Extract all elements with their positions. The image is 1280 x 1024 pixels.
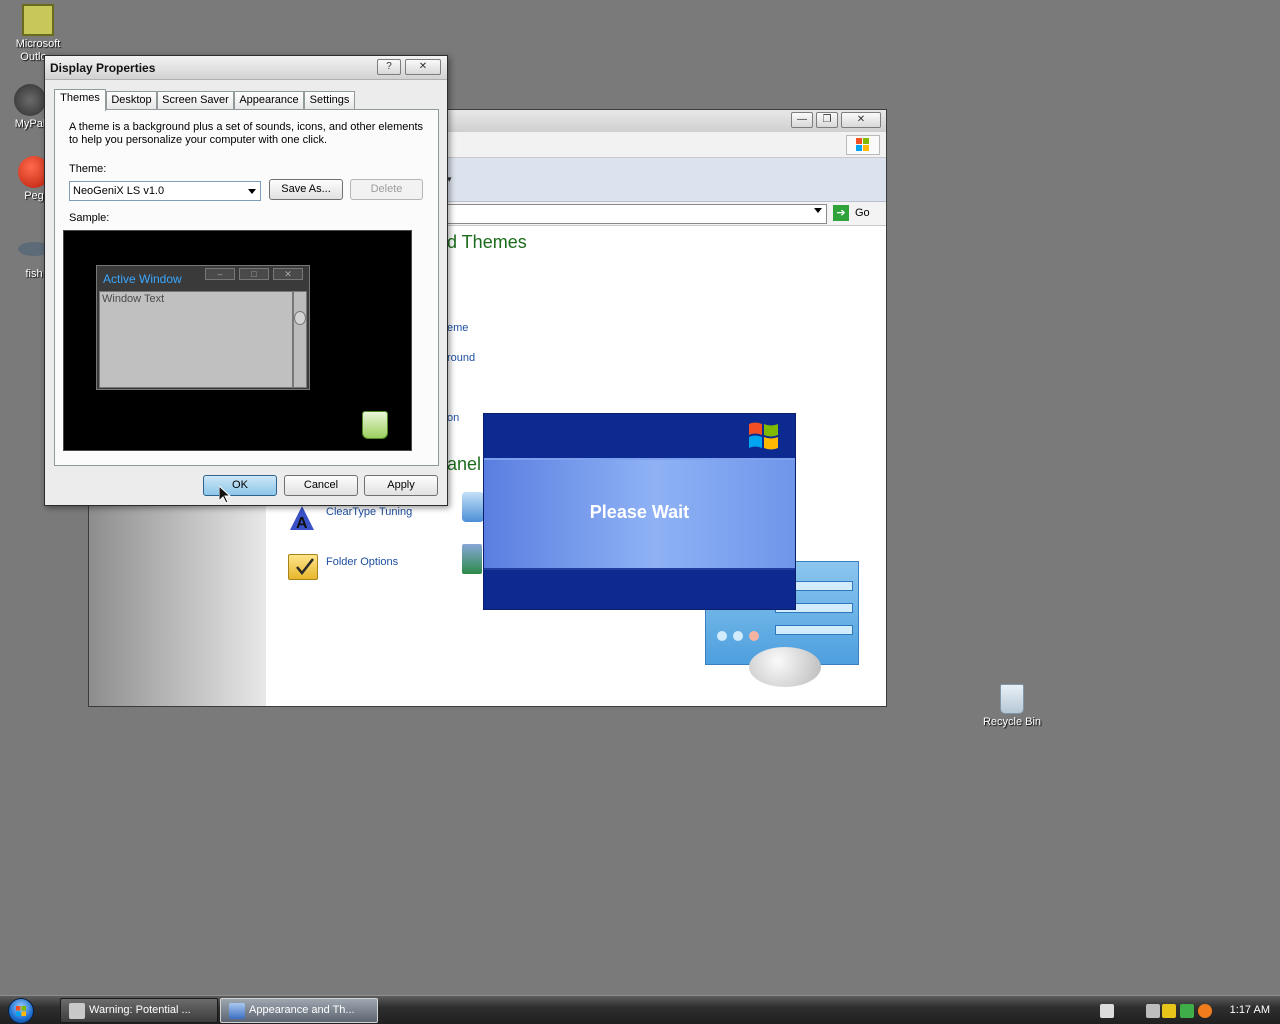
sample-window-text: Window Text [102, 293, 165, 305]
mypal-icon [14, 84, 46, 116]
sample-label: Sample: [69, 212, 110, 224]
sample-minimize-icon: – [205, 268, 235, 280]
dialog-titlebar[interactable]: Display Properties ? ✕ [45, 56, 447, 80]
svg-text:A: A [296, 515, 308, 532]
apply-button[interactable]: Apply [364, 475, 438, 496]
go-label: Go [855, 206, 870, 219]
windows-flag-icon [846, 135, 880, 155]
minimize-button[interactable]: — [791, 112, 813, 128]
sample-active-window: Active Window – □ ✕ Window Text [96, 265, 310, 390]
folder-options-label: Folder Options [326, 556, 399, 568]
system-tray: 1:17 AM [1094, 998, 1280, 1023]
theme-select-value: NeoGeniX LS v1.0 [73, 185, 165, 197]
delete-button[interactable]: Delete [350, 179, 423, 200]
control-panel-icon [229, 1003, 245, 1019]
task-link-resolution[interactable]: on [447, 412, 459, 424]
outlook-icon [22, 4, 54, 36]
theme-select[interactable]: NeoGeniX LS v1.0 [69, 181, 261, 201]
themes-description: A theme is a background plus a set of so… [69, 121, 424, 146]
ok-button[interactable]: OK [203, 475, 277, 496]
desktop-icon-label: Recycle Bin [982, 716, 1042, 728]
chevron-down-icon [248, 189, 256, 194]
keyboard-icon[interactable] [1100, 1004, 1114, 1018]
task-link-theme[interactable]: eme [447, 322, 468, 334]
theme-label: Theme: [69, 163, 107, 175]
security-shield-icon[interactable] [1162, 1004, 1176, 1018]
scroll-thumb-icon [294, 311, 306, 325]
tab-settings[interactable]: Settings [304, 91, 355, 110]
save-as-button[interactable]: Save As... [269, 179, 343, 200]
windows-logo-icon [16, 1006, 26, 1016]
network-icon[interactable] [462, 492, 484, 522]
taskbar-button-appearance[interactable]: Appearance and Th... [220, 998, 378, 1023]
display-properties-dialog: Display Properties ? ✕ Themes Desktop Sc… [44, 55, 448, 506]
mouse-cursor-icon [218, 484, 232, 504]
sample-scrollbar [293, 291, 307, 388]
start-button[interactable] [8, 998, 34, 1024]
sample-window-title: Active Window [103, 272, 182, 286]
windows-logo-icon [746, 420, 782, 452]
go-button[interactable]: ➔ Go [833, 205, 879, 223]
help-button[interactable]: ? [377, 59, 401, 75]
go-arrow-icon: ➔ [833, 205, 849, 221]
clock[interactable]: 1:17 AM [1230, 1004, 1270, 1016]
taskbar-button-warning[interactable]: Warning: Potential ... [60, 998, 218, 1023]
sample-close-icon: ✕ [273, 268, 303, 280]
taskbar-button-label: Appearance and Th... [249, 1004, 355, 1016]
sample-recycle-bin-icon [362, 411, 388, 439]
search-icon[interactable] [1198, 1004, 1212, 1018]
desktop-icon-recycle-bin[interactable]: Recycle Bin [974, 684, 1050, 729]
cleartype-icon: A [288, 504, 316, 532]
tab-desktop[interactable]: Desktop [106, 91, 157, 110]
tab-themes[interactable]: Themes [54, 89, 106, 111]
taskbar-button-label: Warning: Potential ... [89, 1004, 191, 1016]
warning-icon [69, 1003, 85, 1019]
recycle-bin-icon [1000, 684, 1024, 714]
task-link-background[interactable]: round [447, 352, 475, 364]
sample-maximize-icon: □ [239, 268, 269, 280]
themes-tab-panel: A theme is a background plus a set of so… [54, 109, 439, 466]
accessibility-icon[interactable] [462, 544, 482, 574]
sync-icon[interactable] [1180, 1004, 1194, 1018]
maximize-button[interactable]: ❐ [816, 112, 838, 128]
theme-sample-preview: Active Window – □ ✕ Window Text [63, 230, 412, 451]
dialog-title: Display Properties [50, 61, 156, 75]
cleartype-label: ClearType Tuning [326, 506, 413, 518]
network-tray-icon[interactable] [1146, 1004, 1160, 1018]
views-dropdown-icon[interactable]: ▾ [447, 174, 461, 188]
tab-appearance[interactable]: Appearance [234, 91, 304, 110]
sample-window-body: Window Text [99, 291, 293, 388]
please-wait-splash: Please Wait [483, 413, 796, 610]
close-button[interactable]: ✕ [405, 59, 441, 75]
control-panel-icons-heading: anel [447, 454, 482, 474]
cancel-button[interactable]: Cancel [284, 475, 358, 496]
tab-screen-saver[interactable]: Screen Saver [157, 91, 234, 110]
taskbar: Warning: Potential ... Appearance and Th… [0, 995, 1280, 1024]
address-dropdown-icon[interactable] [814, 208, 822, 213]
folder-options-icon [288, 554, 318, 580]
category-heading: d Themes [447, 232, 527, 252]
please-wait-text: Please Wait [589, 502, 690, 522]
close-button[interactable]: ✕ [841, 112, 881, 128]
